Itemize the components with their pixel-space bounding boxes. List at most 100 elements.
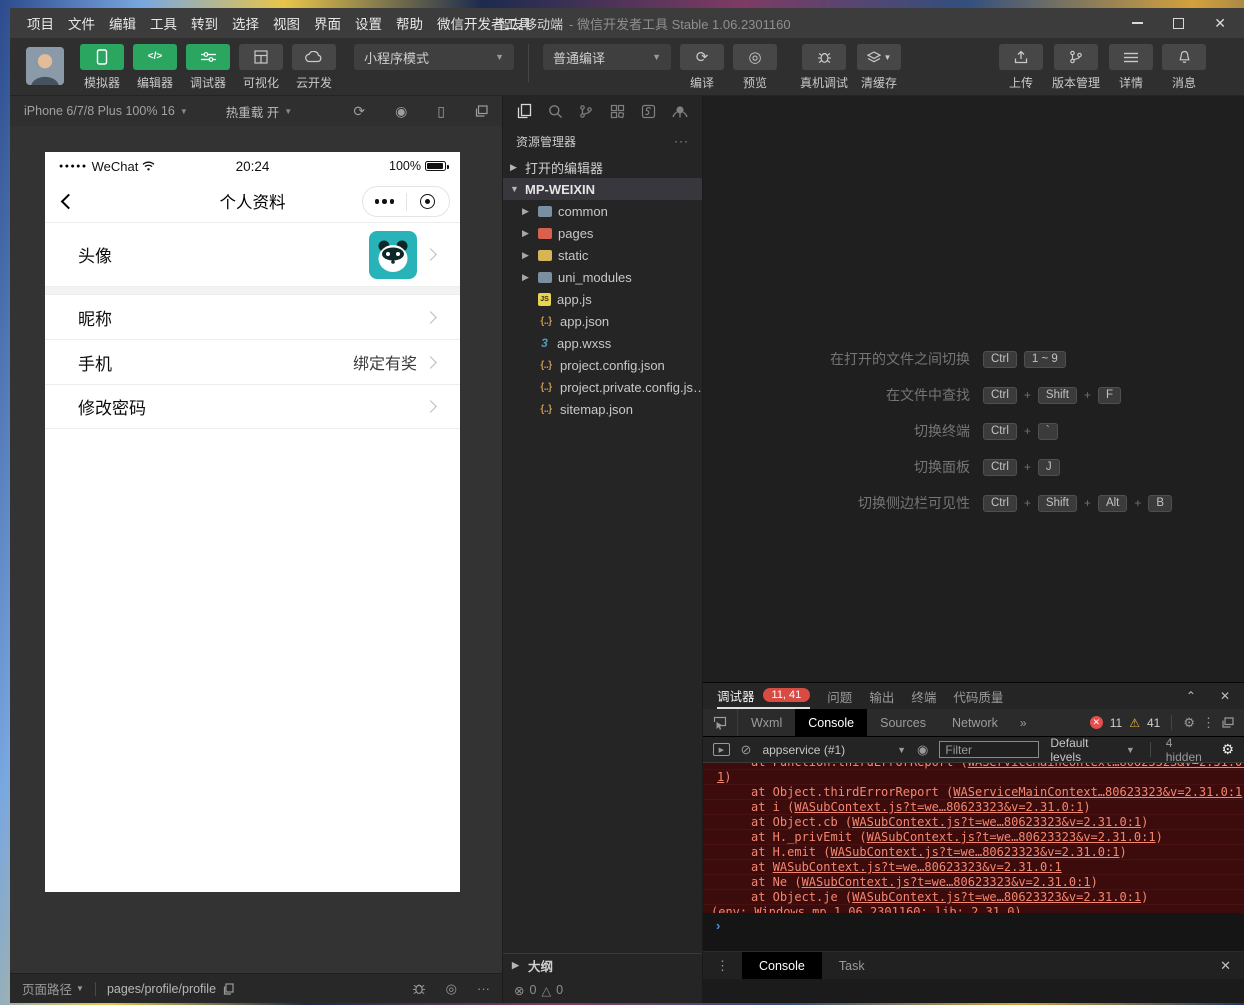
extensions-icon[interactable] bbox=[610, 104, 625, 119]
log-link[interactable]: WASubContext.js?t=we…80623323&v=2.31.0:1 bbox=[852, 890, 1141, 904]
log-link[interactable]: WASubContext.js?t=we…80623323&v=2.31.0:1 bbox=[794, 800, 1083, 814]
more-icon[interactable]: ··· bbox=[477, 981, 490, 996]
undock-icon[interactable] bbox=[1222, 717, 1234, 728]
menu-item[interactable]: 编辑 bbox=[109, 13, 136, 33]
profile-row-password[interactable]: 修改密码 bbox=[45, 384, 460, 429]
open-editors-section[interactable]: ▶ 打开的编辑器 bbox=[503, 156, 702, 178]
details-button[interactable]: 详情 bbox=[1109, 44, 1153, 91]
log-link[interactable]: WASubContext.js?t=we…80623323&v=2.31.0:1 bbox=[773, 860, 1062, 874]
profile-row-nickname[interactable]: 昵称 bbox=[45, 294, 460, 339]
close-icon[interactable]: ✕ bbox=[1214, 16, 1226, 30]
log-link[interactable]: WASubContext.js?t=we…80623323&v=2.31.0:1 bbox=[867, 830, 1156, 844]
log-link[interactable]: WAServiceMainContext…80623323&v=2.31.0:1 bbox=[953, 785, 1242, 799]
console-prompt[interactable]: › bbox=[703, 913, 1244, 952]
search-icon[interactable] bbox=[548, 104, 563, 119]
tab-wxml[interactable]: Wxml bbox=[738, 709, 795, 736]
files-icon[interactable] bbox=[517, 103, 532, 119]
editor-toggle-button[interactable]: </> 编辑器 bbox=[133, 44, 177, 91]
device-select[interactable]: iPhone 6/7/8 Plus 100% 16 ▼ bbox=[24, 104, 188, 118]
tree-item[interactable]: ▶static bbox=[503, 244, 702, 266]
maximize-icon[interactable] bbox=[1173, 18, 1184, 29]
tree-item[interactable]: ▶pages bbox=[503, 222, 702, 244]
menu-item[interactable]: 工具 bbox=[150, 13, 177, 33]
tree-item[interactable]: JSapp.js bbox=[503, 288, 702, 310]
compile-button[interactable]: ⟳ 编译 bbox=[680, 44, 724, 91]
tree-item[interactable]: ▶common bbox=[503, 200, 702, 222]
copy-icon[interactable] bbox=[223, 983, 234, 995]
tree-item[interactable]: {..}project.config.json bbox=[503, 354, 702, 376]
upload-button[interactable]: 上传 bbox=[999, 44, 1043, 91]
close-icon[interactable]: ✕ bbox=[1220, 689, 1230, 703]
more-icon[interactable] bbox=[363, 199, 406, 204]
problems-summary[interactable]: ⊗ 0 △ 0 bbox=[503, 977, 702, 1003]
menu-item[interactable]: 选择 bbox=[232, 13, 259, 33]
rotate-icon[interactable]: ⟳ bbox=[353, 103, 365, 120]
menu-item[interactable]: 设置 bbox=[355, 13, 382, 33]
log-link[interactable]: WASubContext.js?t=we…80623323&v=2.31.0:1 bbox=[802, 875, 1091, 889]
tab-sources[interactable]: Sources bbox=[867, 709, 939, 736]
compile-mode-select[interactable]: 普通编译 ▼ bbox=[543, 44, 671, 70]
back-icon[interactable] bbox=[61, 193, 77, 209]
gear-icon[interactable]: ⚙ bbox=[1183, 715, 1195, 731]
clear-cache-button[interactable]: ▼ 清缓存 bbox=[857, 44, 901, 91]
menu-item[interactable]: 文件 bbox=[68, 13, 95, 33]
more-tabs-icon[interactable]: » bbox=[1011, 716, 1036, 730]
version-control-button[interactable]: 版本管理 bbox=[1052, 44, 1100, 91]
log-link[interactable]: WASubContext.js?t=we…80623323&v=2.31.0:1 bbox=[852, 815, 1141, 829]
menu-item[interactable]: 帮助 bbox=[396, 13, 423, 33]
log-levels-select[interactable]: Default levels ▼ bbox=[1050, 736, 1134, 764]
device-debug-button[interactable]: 真机调试 bbox=[800, 44, 848, 91]
log-link[interactable]: WASubContext.js?t=we…80623323&v=2.31.0:1 bbox=[830, 845, 1119, 859]
eye-icon[interactable]: ◉ bbox=[917, 742, 928, 758]
tab-debugger[interactable]: 调试器 11, 41 bbox=[717, 683, 810, 709]
tree-item[interactable]: {..}sitemap.json bbox=[503, 398, 702, 420]
profile-row-phone[interactable]: 手机 绑定有奖 bbox=[45, 339, 460, 384]
plugin-icon[interactable] bbox=[641, 104, 656, 119]
menu-item[interactable]: 界面 bbox=[314, 13, 341, 33]
user-avatar[interactable] bbox=[26, 47, 64, 85]
inspect-element-icon[interactable] bbox=[703, 709, 738, 736]
mode-select[interactable]: 小程序模式 ▼ bbox=[354, 44, 514, 70]
preview-button[interactable]: ◎ 预览 bbox=[733, 44, 777, 91]
eye-icon[interactable]: ◎ bbox=[446, 981, 457, 997]
gear-icon[interactable]: ⚙ bbox=[1221, 741, 1234, 758]
path-mode-select[interactable]: 页面路径 ▼ bbox=[22, 979, 84, 998]
outline-section[interactable]: ▶ 大纲 bbox=[503, 953, 702, 977]
tab-network[interactable]: Network bbox=[939, 709, 1011, 736]
menu-item[interactable]: 视图 bbox=[273, 13, 300, 33]
menu-item[interactable]: 转到 bbox=[191, 13, 218, 33]
octopus-icon[interactable] bbox=[672, 105, 688, 118]
cloud-dev-button[interactable]: 云开发 bbox=[292, 44, 336, 91]
device-frame-icon[interactable]: ▯ bbox=[437, 103, 445, 120]
tree-item[interactable]: {..}project.private.config.js… bbox=[503, 376, 702, 398]
tree-item[interactable]: ▶uni_modules bbox=[503, 266, 702, 288]
visualization-button[interactable]: 可视化 bbox=[239, 44, 283, 91]
profile-row-avatar[interactable]: 头像 bbox=[45, 222, 460, 286]
simulator-toggle-button[interactable]: 模拟器 bbox=[80, 44, 124, 91]
hot-reload-toggle[interactable]: 热重载 开 ▼ bbox=[226, 102, 292, 121]
kebab-menu-icon[interactable]: ⋮ bbox=[1202, 715, 1215, 731]
debugger-toggle-button[interactable]: 调试器 bbox=[186, 44, 230, 91]
tab-console[interactable]: Console bbox=[795, 709, 867, 736]
clear-console-icon[interactable]: ⊘ bbox=[741, 742, 752, 758]
project-root-section[interactable]: ▼ MP-WEIXIN bbox=[503, 178, 702, 200]
tab-output[interactable]: 输出 bbox=[869, 687, 894, 706]
drawer-tab-console[interactable]: Console bbox=[742, 952, 822, 979]
tab-code-quality[interactable]: 代码质量 bbox=[953, 687, 1003, 706]
minimize-icon[interactable] bbox=[1132, 22, 1143, 24]
context-select[interactable]: appservice (#1) ▼ bbox=[762, 743, 906, 757]
exit-icon[interactable] bbox=[407, 194, 450, 209]
kebab-menu-icon[interactable]: ⋮ bbox=[703, 958, 742, 974]
git-branch-icon[interactable] bbox=[579, 104, 593, 119]
collapse-icon[interactable]: ⌃ bbox=[1186, 689, 1196, 703]
tab-problems[interactable]: 问题 bbox=[827, 687, 852, 706]
tab-terminal[interactable]: 终端 bbox=[911, 687, 936, 706]
sidebar-toggle-icon[interactable]: ▶ bbox=[713, 743, 730, 756]
record-icon[interactable]: ◉ bbox=[395, 103, 407, 120]
multi-window-icon[interactable] bbox=[475, 105, 488, 117]
tree-item[interactable]: {..}app.json bbox=[503, 310, 702, 332]
drawer-tab-task[interactable]: Task bbox=[822, 952, 882, 979]
close-icon[interactable]: ✕ bbox=[1220, 958, 1244, 974]
filter-input[interactable] bbox=[939, 741, 1039, 758]
menu-item[interactable]: 项目 bbox=[27, 13, 54, 33]
